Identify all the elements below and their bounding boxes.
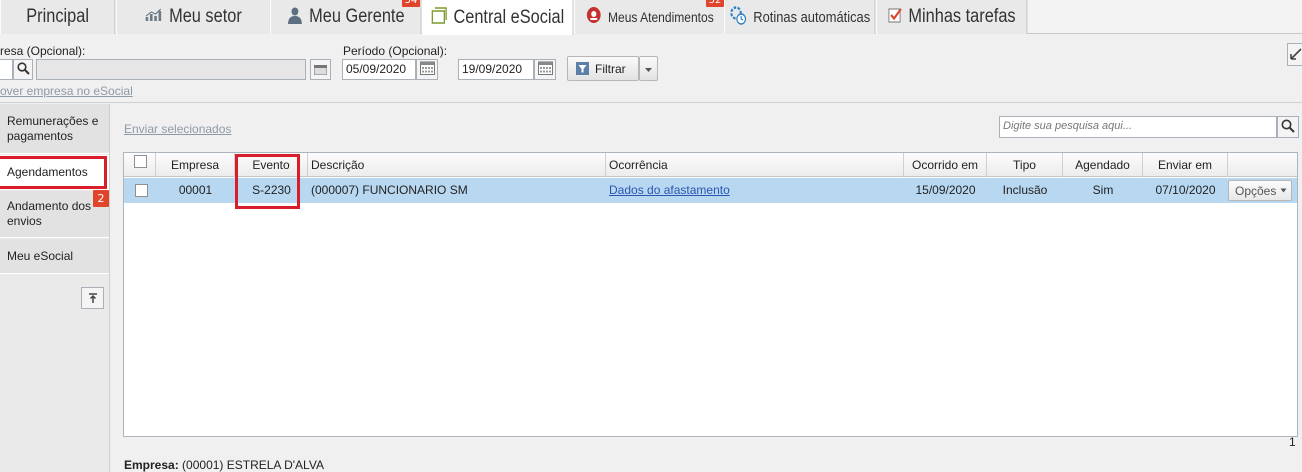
send-selected-link[interactable]: Enviar selecionados	[124, 122, 231, 136]
tab-label: Minhas tarefas	[908, 6, 1016, 27]
calendar-icon	[419, 60, 435, 79]
row-options-button[interactable]: Opções	[1228, 180, 1292, 201]
tab-label: Central eSocial	[453, 6, 565, 28]
highlight-agendamentos	[0, 156, 107, 189]
folder-icon	[431, 6, 447, 29]
date-end-picker[interactable]	[534, 59, 556, 80]
tab-label: Meu Gerente	[309, 6, 405, 27]
row-checkbox[interactable]	[135, 184, 148, 197]
cell-tipo: Inclusão	[1002, 183, 1048, 197]
empresa-code-input[interactable]	[0, 59, 13, 80]
search-icon	[16, 60, 30, 79]
cell-descricao: (000007) FUNCIONARIO SM	[311, 183, 468, 197]
tab-minhas-tarefas[interactable]: Minhas tarefas	[876, 0, 1028, 34]
gear-clock-icon	[729, 5, 747, 30]
header-agendado[interactable]: Agendado	[1063, 153, 1143, 177]
tab-rotinas-automaticas[interactable]: Rotinas automáticas	[724, 0, 876, 34]
collapse-button[interactable]	[1287, 43, 1302, 66]
tab-principal[interactable]: Principal	[0, 0, 116, 34]
header-descricao[interactable]: Descrição	[308, 153, 606, 177]
periodo-label: Período (Opcional):	[343, 44, 448, 58]
empresa-search-button[interactable]	[13, 59, 33, 80]
filter-button-label: Filtrar	[595, 61, 626, 76]
sidebar-item-meu-esocial[interactable]: Meu eSocial	[0, 239, 109, 274]
pin-top-icon	[88, 289, 98, 308]
sidebar-item-label: Remunerações e pagamentos	[7, 113, 99, 143]
search-placeholder: Digite sua pesquisa aqui...	[1003, 120, 1133, 132]
funnel-icon	[576, 62, 589, 75]
chart-icon	[145, 7, 162, 28]
search-input[interactable]: Digite sua pesquisa aqui...	[999, 116, 1277, 138]
footer-empresa: Empresa: (00001) ESTRELA D'ALVA	[124, 458, 324, 472]
tab-meus-atendimentos[interactable]: Meus Atendimentos	[574, 0, 726, 34]
footer-label: Empresa:	[124, 458, 179, 472]
tab-meu-setor[interactable]: Meu setor	[116, 0, 271, 34]
tab-label: Meus Atendimentos	[607, 9, 714, 25]
empresa-label: resa (Opcional):	[0, 44, 86, 58]
checkbox-checked-icon	[888, 7, 902, 28]
tab-badge-meu-gerente: 54	[402, 0, 420, 7]
date-start-input[interactable]: 05/09/2020	[342, 59, 416, 80]
filter-dropdown-button[interactable]	[639, 56, 658, 81]
cell-enviar-em: 07/10/2020	[1155, 183, 1216, 197]
record-count: 1	[1289, 435, 1296, 449]
tab-label: Rotinas automáticas	[753, 8, 871, 26]
row-options-label: Opções	[1235, 183, 1277, 198]
sidebar-item-label: Meu eSocial	[7, 248, 74, 263]
collapse-arrows-icon	[1290, 45, 1302, 64]
sidebar-item-label: Andamento dos envios	[7, 199, 92, 228]
tab-label: Principal	[26, 6, 89, 27]
filter-bar: resa (Opcional): over empresa no eSocial…	[0, 35, 1302, 103]
sidebar-item-remuneracoes[interactable]: Remunerações e pagamentos	[0, 104, 109, 154]
filter-button[interactable]: Filtrar	[567, 56, 639, 81]
sidebar-pin-button[interactable]	[81, 287, 104, 309]
header-ocorrencia[interactable]: Ocorrência	[606, 153, 904, 177]
person-icon	[287, 6, 302, 29]
empresa-list-button[interactable]	[310, 59, 331, 80]
search-button[interactable]	[1277, 116, 1299, 138]
cell-agendado: Sim	[1092, 183, 1114, 197]
empresa-name-input	[36, 59, 306, 80]
cell-ocorrencia-link[interactable]: Dados do afastamento	[609, 178, 730, 203]
calendar-icon	[537, 60, 553, 79]
cell-ocorrido-em: 15/09/2020	[915, 183, 976, 197]
header-empresa[interactable]: Empresa	[156, 153, 235, 177]
support-icon	[586, 6, 601, 29]
footer-value: (00001) ESTRELA D'ALVA	[182, 458, 324, 472]
tab-central-esocial[interactable]: Central eSocial	[422, 0, 574, 35]
search-icon	[1281, 118, 1295, 137]
highlight-evento-column	[235, 154, 300, 209]
list-icon	[313, 60, 328, 79]
tab-meu-gerente[interactable]: Meu Gerente	[270, 0, 422, 34]
tab-label: Meu setor	[169, 6, 242, 27]
date-start-picker[interactable]	[416, 59, 438, 80]
chevron-down-icon	[644, 62, 653, 76]
header-tipo[interactable]: Tipo	[987, 153, 1063, 177]
date-end-input[interactable]: 19/09/2020	[458, 59, 534, 80]
tab-bar: Principal Meu setor Meu Gerente 54 Centr…	[0, 0, 1302, 35]
chevron-down-icon	[1280, 188, 1287, 193]
header-enviar-em[interactable]: Enviar em	[1143, 153, 1228, 177]
header-select-all[interactable]	[124, 153, 156, 177]
header-ocorrido-em[interactable]: Ocorrido em	[904, 153, 987, 177]
remover-empresa-link[interactable]: over empresa no eSocial	[0, 84, 133, 98]
tab-badge-meus-atendimentos: 52	[706, 0, 724, 7]
sidebar-badge-andamento: 2	[93, 190, 109, 207]
select-all-checkbox[interactable]	[134, 155, 147, 168]
cell-empresa: 00001	[178, 183, 213, 197]
